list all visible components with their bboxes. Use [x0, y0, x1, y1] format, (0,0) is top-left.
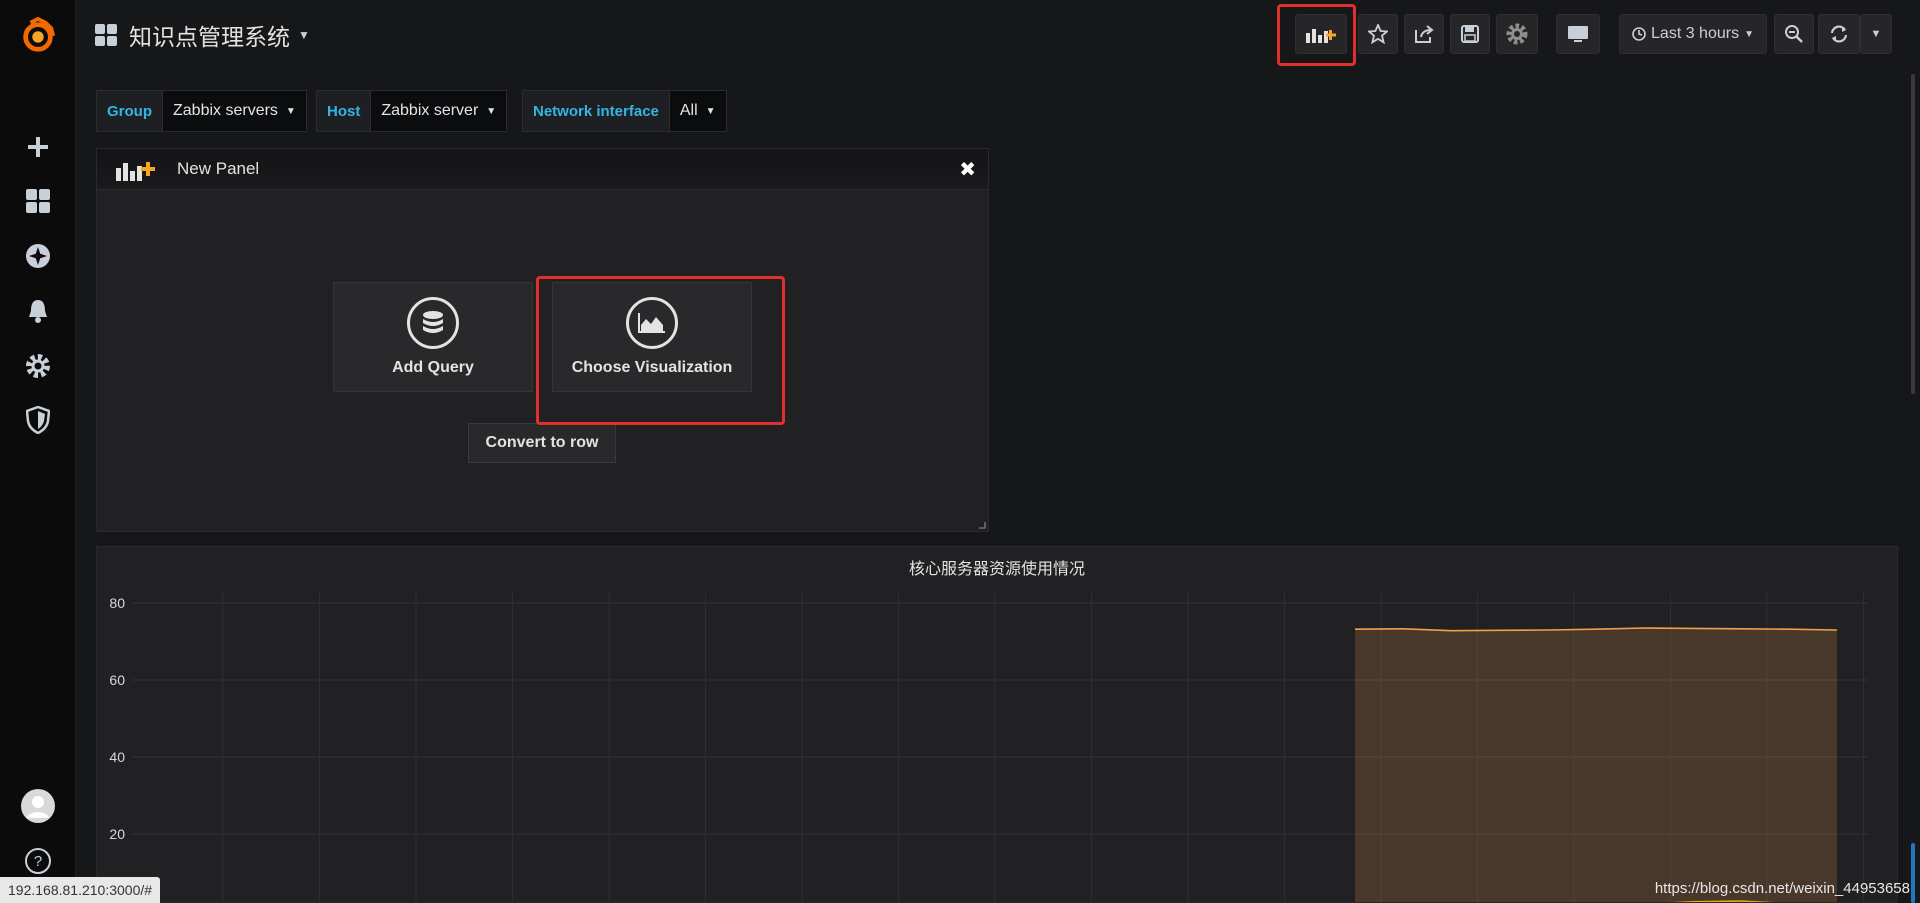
dashboard-grid-icon [95, 24, 117, 46]
zoom-out-button[interactable] [1774, 14, 1814, 54]
choose-visualization-label: Choose Visualization [571, 359, 733, 376]
close-icon[interactable]: ✖ [959, 157, 976, 182]
explore-compass-icon[interactable] [22, 240, 54, 272]
add-panel-icon [116, 162, 155, 181]
database-icon [407, 297, 459, 349]
graph-chart: 80 60 40 20 [109, 593, 1868, 902]
series-area-fill [1355, 628, 1837, 902]
variable-dropdown-host[interactable]: Zabbix server ▼ [371, 90, 508, 132]
time-picker-button[interactable]: Last 3 hours ▼ [1619, 14, 1767, 54]
dashboard-settings-button[interactable] [1496, 14, 1538, 54]
monitor-icon [1568, 26, 1588, 42]
view-mode-tv-button[interactable] [1556, 14, 1600, 54]
grafana-logo-icon[interactable] [18, 16, 58, 56]
refresh-interval-dropdown[interactable]: ▼ [1860, 14, 1892, 54]
y-tick-label: 40 [109, 749, 125, 765]
add-panel-icon [1306, 29, 1336, 43]
help-question-icon[interactable]: ? [22, 845, 54, 877]
variable-dropdown-network-interface[interactable]: All ▼ [669, 90, 727, 132]
configuration-gear-icon[interactable] [22, 350, 54, 382]
chevron-down-icon: ▼ [1870, 28, 1882, 40]
variable-group: Group Zabbix servers ▼ [96, 90, 307, 132]
variable-value: Zabbix server [381, 102, 479, 119]
choose-visualization-button[interactable]: Choose Visualization [552, 282, 752, 392]
graph-panel: 核心服务器资源使用情况 80 60 40 20 [96, 546, 1898, 903]
star-button[interactable] [1358, 14, 1398, 54]
caret-down-icon: ▼ [285, 105, 296, 117]
y-tick-label: 60 [109, 672, 125, 688]
svg-text:?: ? [34, 853, 42, 870]
dashboard-title-picker[interactable]: 知识点管理系统 ▼ [95, 18, 310, 52]
sidebar: ? [0, 0, 76, 903]
zoom-out-icon [1785, 25, 1803, 43]
time-range-label: Last 3 hours [1651, 25, 1740, 42]
create-plus-icon[interactable] [22, 131, 54, 163]
area-chart-icon [626, 297, 678, 349]
variable-value: Zabbix servers [173, 102, 278, 119]
gear-icon [1506, 23, 1528, 45]
caret-down-icon: ▼ [705, 105, 716, 117]
alerting-bell-icon[interactable] [22, 295, 54, 327]
scrollbar-track [1911, 74, 1915, 394]
variable-label-group: Group [96, 90, 163, 132]
resize-handle-icon[interactable] [978, 521, 986, 529]
new-panel: New Panel ✖ Add Query Choose Visualizati… [96, 148, 989, 532]
page-scrollbar[interactable] [1906, 64, 1920, 903]
scrollbar-thumb[interactable] [1911, 843, 1915, 903]
variable-host: Host Zabbix server ▼ [316, 90, 508, 132]
convert-to-row-button[interactable]: Convert to row [468, 423, 616, 463]
refresh-button[interactable] [1818, 14, 1860, 54]
variable-label-host: Host [316, 90, 372, 132]
variable-label-network-interface: Network interface [522, 90, 670, 132]
variable-dropdown-group[interactable]: Zabbix servers ▼ [163, 90, 307, 132]
add-panel-button[interactable] [1295, 14, 1347, 54]
watermark-text: https://blog.csdn.net/weixin_44953658 [1654, 880, 1910, 897]
variable-network-interface: Network interface All ▼ [522, 90, 727, 132]
chevron-down-icon: ▼ [298, 28, 310, 42]
add-query-button[interactable]: Add Query [333, 282, 533, 392]
dashboards-grid-icon[interactable] [22, 185, 54, 217]
variable-value: All [679, 102, 698, 119]
refresh-icon [1830, 25, 1848, 43]
save-dashboard-button[interactable] [1450, 14, 1490, 54]
caret-down-icon: ▼ [486, 105, 497, 117]
chevron-down-icon: ▼ [1744, 28, 1754, 40]
status-bar-url: 192.168.81.210:3000/# [0, 877, 161, 903]
star-icon [1368, 24, 1388, 44]
add-query-label: Add Query [392, 359, 474, 376]
y-tick-label: 20 [109, 826, 125, 842]
user-avatar[interactable] [20, 788, 56, 824]
new-panel-title: New Panel [177, 159, 260, 178]
share-icon [1415, 25, 1434, 43]
server-admin-shield-icon[interactable] [22, 404, 54, 436]
dashboard-title: 知识点管理系统 [129, 24, 290, 50]
share-button[interactable] [1404, 14, 1444, 54]
clock-icon [1632, 27, 1646, 41]
y-tick-label: 80 [109, 595, 125, 611]
save-icon [1461, 25, 1479, 43]
new-panel-header: New Panel ✖ [97, 149, 988, 190]
